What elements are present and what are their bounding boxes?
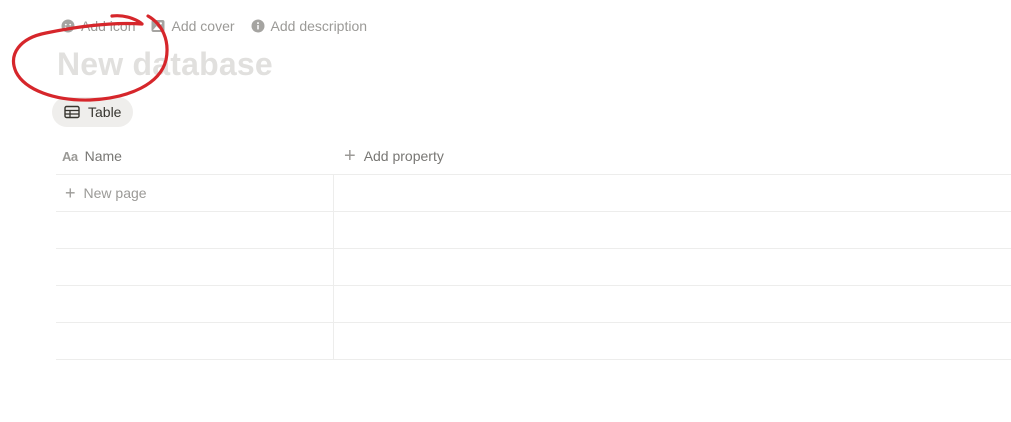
page-actions: Add icon Add cover Add description: [61, 16, 367, 36]
add-icon-button[interactable]: Add icon: [61, 18, 135, 34]
add-cover-button[interactable]: Add cover: [151, 18, 235, 34]
name-column-label: Name: [84, 148, 122, 164]
view-tab-label: Table: [88, 104, 122, 120]
table-cell: [56, 212, 334, 248]
table-row: [56, 212, 1011, 249]
view-tab-table[interactable]: Table: [52, 97, 134, 127]
table-cell: [334, 249, 1011, 285]
table-row: + New page: [56, 175, 1011, 212]
new-page-label: New page: [83, 185, 147, 201]
add-icon-label: Add icon: [81, 18, 136, 34]
notion-page: Add icon Add cover Add description New d…: [0, 0, 1011, 422]
name-column-header[interactable]: Aa Name: [56, 138, 334, 174]
image-icon: [151, 20, 165, 32]
database-table: Aa Name + Add property + New page: [56, 138, 1011, 360]
table-row: [56, 323, 1011, 360]
plus-icon: +: [65, 183, 76, 203]
table-cell: [56, 249, 334, 285]
table-cell: [334, 212, 1011, 248]
table-cell: + New page: [56, 175, 334, 211]
add-property-cell: + Add property: [334, 138, 1011, 174]
info-icon: [251, 19, 265, 33]
table-header-row: Aa Name + Add property: [56, 138, 1011, 175]
plus-icon: +: [344, 145, 356, 167]
table-cell: [56, 286, 334, 322]
table-cell: [334, 323, 1011, 359]
database-title[interactable]: New database: [57, 46, 273, 83]
table-cell: [56, 323, 334, 359]
table-icon: [64, 105, 80, 119]
smiley-icon: [61, 19, 75, 33]
table-cell: [334, 175, 1011, 211]
add-property-label: Add property: [363, 148, 444, 164]
table-cell: [334, 286, 1011, 322]
add-cover-label: Add cover: [171, 18, 235, 34]
add-property-button[interactable]: + Add property: [334, 146, 444, 166]
add-description-label: Add description: [270, 18, 368, 34]
add-description-button[interactable]: Add description: [251, 18, 368, 34]
new-page-button[interactable]: + New page: [56, 183, 147, 203]
text-property-icon: Aa: [62, 148, 78, 164]
table-row: [56, 286, 1011, 323]
table-row: [56, 249, 1011, 286]
